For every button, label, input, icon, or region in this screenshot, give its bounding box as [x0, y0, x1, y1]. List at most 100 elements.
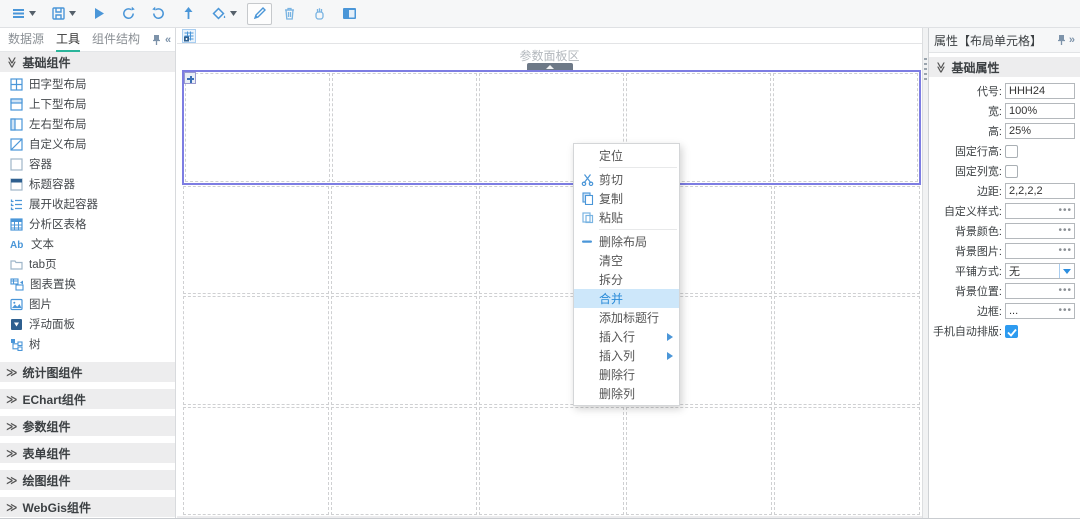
layout-cell[interactable] [183, 296, 329, 405]
menu-item-删除布局[interactable]: 删除布局 [574, 232, 679, 251]
panel-button[interactable] [337, 3, 362, 25]
property-field: 边框:••• [929, 301, 1075, 321]
field-input[interactable] [1005, 283, 1075, 299]
layout-cell[interactable] [183, 186, 329, 295]
submenu-arrow-icon [667, 330, 673, 344]
layout-cell[interactable] [773, 73, 918, 182]
pan-button[interactable] [307, 3, 332, 25]
field-input[interactable] [1005, 243, 1075, 259]
sidebar-section-统计图组件[interactable]: ≫统计图组件 [0, 362, 175, 382]
field-select[interactable]: 无 [1005, 263, 1075, 279]
field-checkbox[interactable] [1005, 325, 1018, 338]
menu-item-删除行[interactable]: 删除行 [574, 365, 679, 384]
grid-2x2-icon [10, 78, 23, 91]
menu-item-清空[interactable]: 清空 [574, 251, 679, 270]
top-bottom-layout-icon [10, 98, 23, 111]
sidebar-item-上下型布局[interactable]: 上下型布局 [0, 94, 175, 114]
pin-icon[interactable] [1057, 34, 1066, 46]
menu-item-拆分[interactable]: 拆分 [574, 270, 679, 289]
field-label: 边距: [929, 183, 1005, 199]
sidebar-item-分析区表格[interactable]: 分析区表格 [0, 214, 175, 234]
sidebar-item-自定义布局[interactable]: 自定义布局 [0, 134, 175, 154]
chevron-left-icon[interactable]: « [165, 34, 171, 46]
layout-cell[interactable] [332, 73, 477, 182]
sidebar-tab-2[interactable]: 工具 [56, 28, 80, 52]
field-input[interactable] [1005, 303, 1075, 319]
menu-item-插入列[interactable]: 插入列 [574, 346, 679, 365]
sidebar-section-EChart组件[interactable]: ≫EChart组件 [0, 389, 175, 409]
sidebar-section-表单组件[interactable]: ≫表单组件 [0, 443, 175, 463]
layout-cell[interactable] [331, 186, 477, 295]
field-checkbox[interactable] [1005, 145, 1018, 158]
main-menu-button[interactable] [6, 3, 41, 25]
layout-row[interactable] [182, 185, 921, 296]
section-label: 表单组件 [23, 445, 71, 462]
upload-button[interactable] [176, 3, 201, 25]
menu-item-定位[interactable]: 定位 [574, 146, 679, 165]
fill-style-button[interactable] [206, 3, 242, 25]
menu-item-粘贴[interactable]: 粘贴 [574, 208, 679, 227]
field-label: 代号: [929, 83, 1005, 99]
run-button[interactable] [86, 3, 111, 25]
field-input[interactable] [1005, 203, 1075, 219]
field-checkbox[interactable] [1005, 165, 1018, 178]
sidebar-tab-3[interactable]: 组件结构 [92, 28, 140, 52]
layout-cell[interactable] [626, 407, 772, 516]
sidebar-item-图片[interactable]: 图片 [0, 294, 175, 314]
menu-item-剪切[interactable]: 剪切 [574, 170, 679, 189]
sidebar-item-容器[interactable]: 容器 [0, 154, 175, 174]
field-input[interactable] [1005, 103, 1075, 119]
splitter-handle[interactable] [924, 58, 927, 80]
sidebar-section-参数组件[interactable]: ≫参数组件 [0, 416, 175, 436]
layout-row[interactable] [182, 406, 921, 517]
layout-cell[interactable] [183, 407, 329, 516]
panel-splitter[interactable] [922, 28, 929, 519]
menu-item-插入行[interactable]: 插入行 [574, 327, 679, 346]
layout-cell[interactable] [331, 296, 477, 405]
sidebar-item-田字型布局[interactable]: 田字型布局 [0, 74, 175, 94]
drag-handle-icon[interactable] [184, 72, 196, 84]
menu-item-复制[interactable]: 复制 [574, 189, 679, 208]
field-input[interactable] [1005, 123, 1075, 139]
save-button[interactable] [46, 3, 81, 25]
sidebar-item-tab页[interactable]: tab页 [0, 254, 175, 274]
undo-button[interactable] [116, 3, 141, 25]
layout-cell[interactable] [331, 407, 477, 516]
tree-icon [10, 338, 23, 351]
edit-button[interactable] [247, 3, 272, 25]
layout-row[interactable] [182, 295, 921, 406]
sidebar-item-文本[interactable]: Ab文本 [0, 234, 175, 254]
sidebar-item-左右型布局[interactable]: 左右型布局 [0, 114, 175, 134]
sidebar-section-绘图组件[interactable]: ≫绘图组件 [0, 470, 175, 490]
layout-cell[interactable] [774, 296, 920, 405]
layout-cell[interactable] [774, 407, 920, 516]
menu-item-删除列[interactable]: 删除列 [574, 384, 679, 403]
chevron-right-icon[interactable]: » [1069, 34, 1075, 46]
menu-item-添加标题行[interactable]: 添加标题行 [574, 308, 679, 327]
sidebar-item-树[interactable]: 树 [0, 334, 175, 354]
design-canvas[interactable]: 参数面板区 [177, 28, 922, 519]
dropdown-arrow-icon[interactable] [1059, 264, 1074, 278]
field-input[interactable] [1005, 83, 1075, 99]
layout-row-selected[interactable] [182, 70, 921, 185]
menu-item-label: 添加标题行 [599, 309, 659, 326]
section-label: 绘图组件 [23, 472, 71, 489]
sidebar-tab-1[interactable]: 数据源 [8, 28, 44, 52]
menu-item-合并[interactable]: 合并 [574, 289, 679, 308]
sidebar-section-WebGis组件[interactable]: ≫WebGis组件 [0, 497, 175, 517]
properties-section-basic[interactable]: ≫ 基础属性 [929, 57, 1080, 77]
sidebar-item-标题容器[interactable]: 标题容器 [0, 174, 175, 194]
field-input[interactable] [1005, 223, 1075, 239]
pin-icon[interactable] [152, 34, 161, 46]
redo-button[interactable] [146, 3, 171, 25]
properties-fields: 代号:宽:高:固定行高:固定列宽:边距:自定义样式:•••背景颜色:•••背景图… [929, 77, 1080, 341]
layout-cell[interactable] [185, 73, 330, 182]
field-input[interactable] [1005, 183, 1075, 199]
layout-cell[interactable] [479, 407, 625, 516]
layout-cell[interactable] [774, 186, 920, 295]
delete-button[interactable] [277, 3, 302, 25]
sidebar-section-base[interactable]: ≫基础组件 [0, 52, 175, 72]
sidebar-item-图表置换[interactable]: 图表置换 [0, 274, 175, 294]
sidebar-item-浮动面板[interactable]: 浮动面板 [0, 314, 175, 334]
sidebar-item-展开收起容器[interactable]: 展开收起容器 [0, 194, 175, 214]
